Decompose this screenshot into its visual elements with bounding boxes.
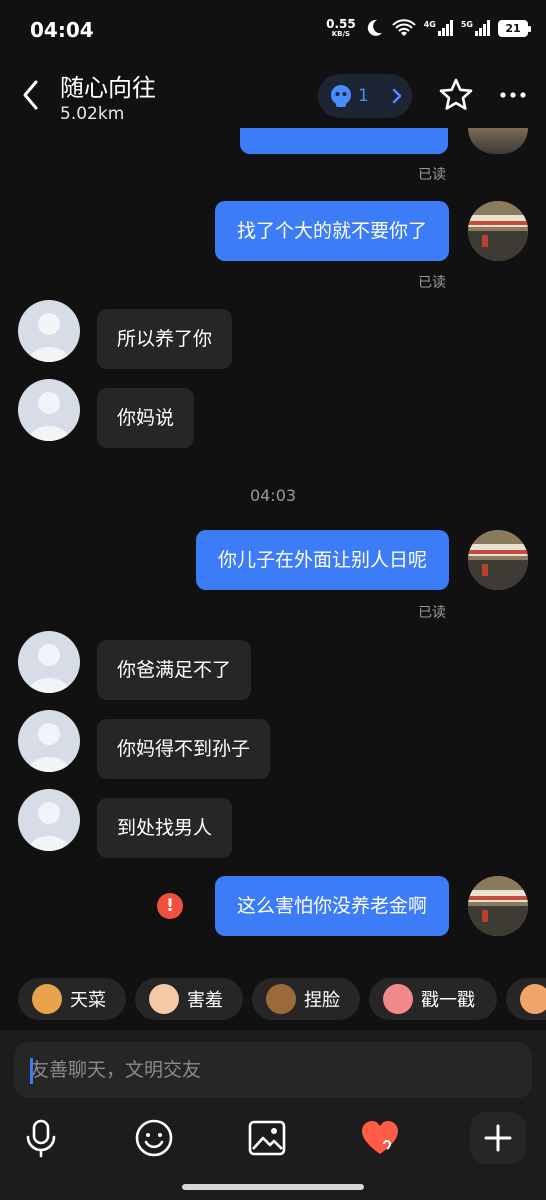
companion-pill[interactable]: 1 (318, 74, 412, 118)
text-caret (30, 1058, 33, 1084)
contact-avatar[interactable] (18, 300, 80, 362)
moon-icon (367, 19, 382, 36)
message-bubble-incoming[interactable]: 你妈说 (97, 388, 195, 448)
chip-nielian[interactable]: 捏脸 (252, 978, 360, 1020)
message-bubble-outgoing[interactable]: 这么害怕你没养老金啊 (214, 876, 449, 936)
battery-icon: 21 (498, 19, 531, 37)
chevron-right-icon (392, 88, 402, 104)
dog-emoji-icon (32, 984, 62, 1014)
read-receipt: 已读 (418, 167, 446, 183)
more-icon[interactable] (498, 80, 528, 110)
shy-emoji-icon (149, 984, 179, 1014)
face-emoji-icon (520, 984, 546, 1014)
chat-title: 随心向往 (60, 74, 156, 102)
distance-label: 5.02km (60, 104, 125, 124)
contact-avatar[interactable] (18, 789, 80, 851)
contact-avatar[interactable] (18, 379, 80, 441)
signal-4g-icon: 4G (424, 20, 453, 36)
chip-tiancai[interactable]: 天菜 (18, 978, 126, 1020)
wifi-icon (391, 19, 416, 36)
robot-icon (331, 85, 351, 107)
quick-reply-bar: 天菜 害羞 捏脸 戳一戳 (0, 978, 546, 1022)
back-arrow-icon[interactable] (18, 78, 48, 112)
message-bubble-incoming[interactable]: 所以养了你 (97, 309, 233, 369)
mic-icon[interactable] (19, 1116, 63, 1160)
home-indicator[interactable] (182, 1184, 364, 1190)
message-bubble-incoming[interactable]: 到处找男人 (97, 798, 233, 858)
peach-emoji-icon (383, 984, 413, 1014)
my-avatar[interactable] (468, 201, 528, 261)
message-bubble-outgoing[interactable]: 找了个大的就不要你了 (214, 201, 449, 261)
contact-avatar[interactable] (18, 631, 80, 693)
net-speed: 0.55 KB/S (326, 17, 356, 38)
time-separator: 04:03 (249, 486, 297, 505)
chip-haixiu[interactable]: 害羞 (135, 978, 243, 1020)
plus-button[interactable] (470, 1112, 526, 1164)
read-receipt: 已读 (418, 275, 446, 291)
heart-gift-icon[interactable] (358, 1116, 402, 1160)
pill-count: 1 (358, 86, 369, 106)
my-avatar-partial (468, 128, 528, 154)
message-bubble-outgoing[interactable]: 你儿子在外面让别人日呢 (195, 530, 449, 590)
chip-chuoyichuo[interactable]: 戳一戳 (369, 978, 497, 1020)
status-icons: 0.55 KB/S 4G 5G 21 (326, 17, 531, 38)
star-icon[interactable] (437, 76, 475, 114)
bear-emoji-icon (266, 984, 296, 1014)
message-bubble-incoming[interactable]: 你爸满足不了 (97, 640, 252, 700)
emoji-icon[interactable] (132, 1116, 176, 1160)
partial-message-bubble (240, 128, 448, 154)
message-bubble-incoming[interactable]: 你妈得不到孙子 (97, 719, 271, 779)
send-failed-icon[interactable]: ! (157, 893, 183, 919)
read-receipt: 已读 (418, 605, 446, 621)
image-icon[interactable] (245, 1116, 289, 1160)
signal-5g-icon: 5G (461, 20, 490, 36)
contact-avatar[interactable] (18, 710, 80, 772)
message-input[interactable]: 友善聊天，文明交友 (14, 1042, 532, 1098)
my-avatar[interactable] (468, 530, 528, 590)
plus-icon (484, 1124, 512, 1152)
my-avatar[interactable] (468, 876, 528, 936)
chip-more[interactable] (506, 978, 546, 1020)
status-time: 04:04 (30, 18, 94, 42)
